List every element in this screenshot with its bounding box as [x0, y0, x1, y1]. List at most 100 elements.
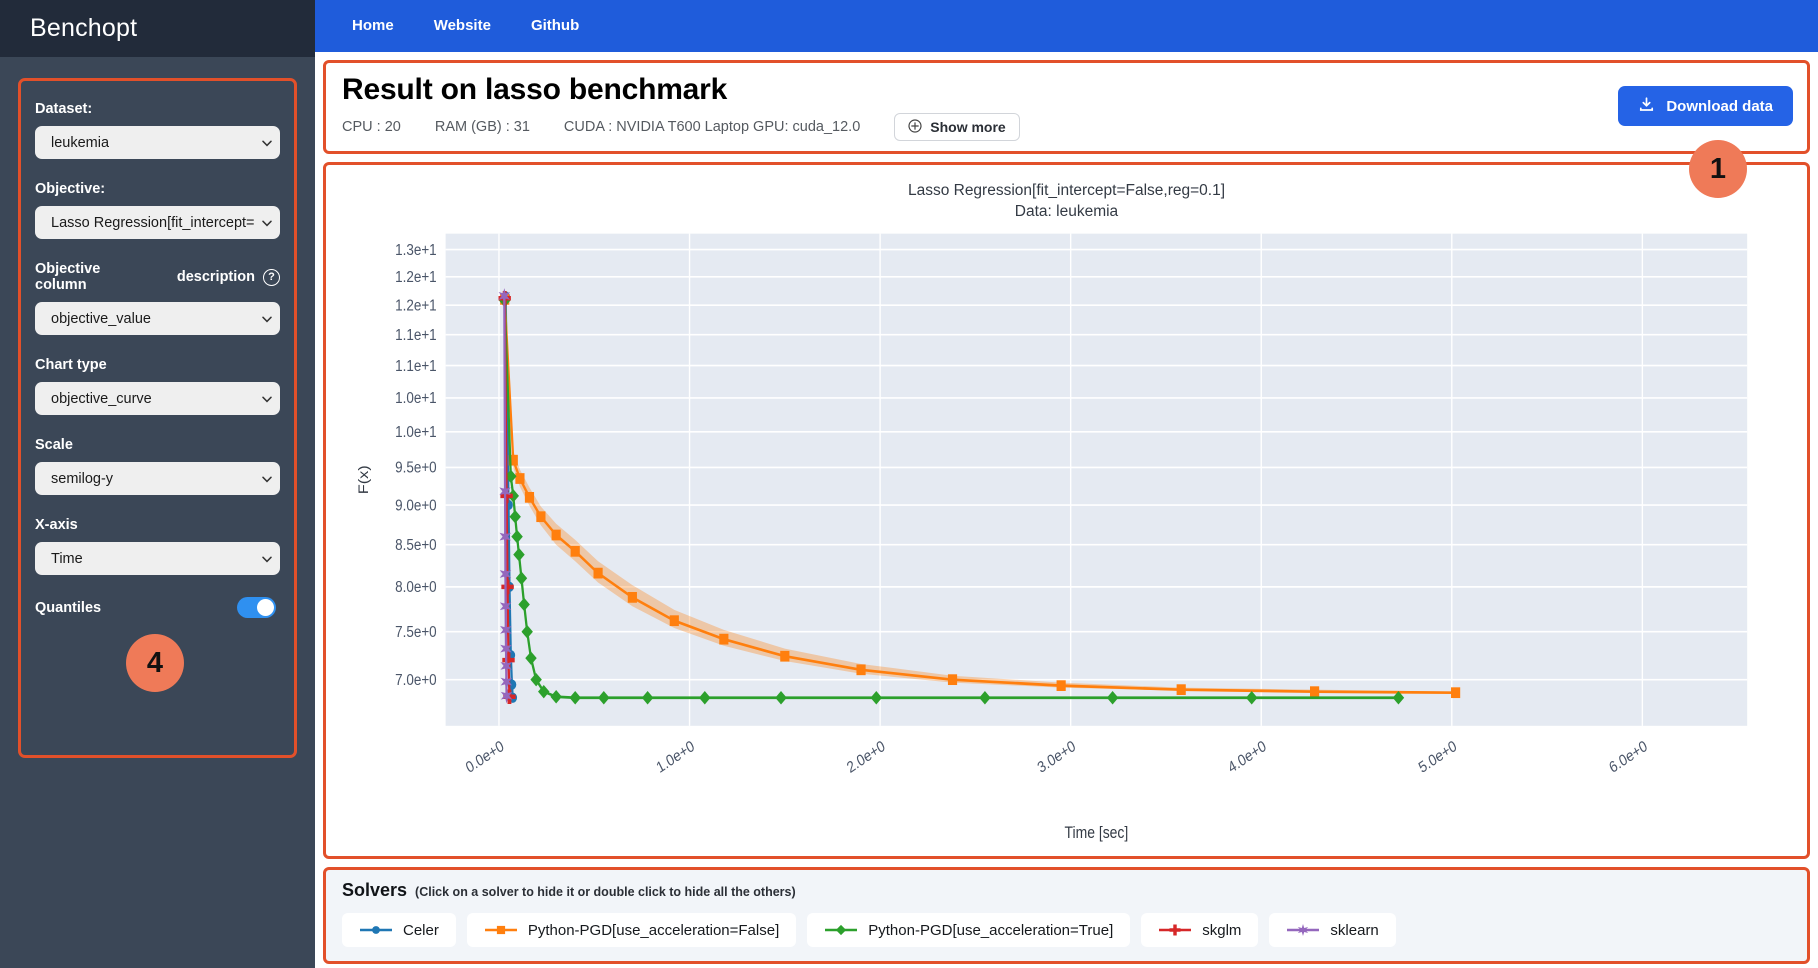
data-point	[571, 546, 580, 557]
chart-card: Lasso Regression[fit_intercept=False,reg…	[323, 162, 1810, 859]
x-tick-label: 1.0e+0	[654, 738, 697, 777]
field-x-axis: X-axis Time	[35, 517, 280, 575]
objective-column-label: Objective column	[35, 261, 127, 293]
quantiles-label: Quantiles	[35, 600, 101, 616]
scale-value: semilog-y	[51, 471, 113, 487]
data-point	[856, 665, 865, 676]
data-point	[628, 592, 637, 603]
plus-circle-icon	[908, 119, 922, 136]
field-quantiles: Quantiles	[35, 597, 280, 618]
y-tick-label: 1.2e+1	[395, 298, 436, 315]
field-dataset: Dataset: leukemia	[35, 101, 280, 159]
data-point	[515, 473, 524, 484]
chevron-down-icon	[262, 140, 271, 146]
chart-title: Lasso Regression[fit_intercept=False,reg…	[334, 181, 1799, 202]
description-label: description	[177, 269, 255, 285]
dataset-select[interactable]: leukemia	[35, 126, 280, 159]
main-area: Home Website Github Result on lasso benc…	[315, 0, 1818, 968]
x-axis-title: Time [sec]	[1065, 824, 1129, 842]
data-point	[1451, 688, 1460, 699]
solver-marker-icon	[1158, 922, 1192, 938]
y-tick-label: 8.5e+0	[395, 537, 436, 554]
objective-column-value: objective_value	[51, 311, 151, 327]
sidebar-brand: Benchopt	[0, 0, 315, 57]
download-icon	[1638, 96, 1655, 117]
solver-label: Python-PGD[use_acceleration=True]	[868, 922, 1113, 939]
y-axis-title: F(x)	[356, 465, 372, 494]
page-title: Result on lasso benchmark	[342, 73, 1791, 107]
solver-chip[interactable]: Python-PGD[use_acceleration=True]	[807, 913, 1130, 947]
nav-item-home[interactable]: Home	[332, 0, 414, 52]
data-point	[536, 512, 545, 523]
solvers-title: Solvers	[342, 880, 407, 901]
solver-marker-icon	[359, 922, 393, 938]
y-tick-label: 1.0e+1	[395, 424, 436, 441]
y-tick-label: 1.0e+1	[395, 390, 436, 407]
show-more-button[interactable]: Show more	[894, 113, 1019, 141]
chart-subtitle: Data: leukemia	[334, 202, 1799, 223]
page-root: Benchopt Dataset: leukemia Objective: La…	[0, 0, 1818, 968]
x-axis-label: X-axis	[35, 517, 280, 533]
solver-label: Python-PGD[use_acceleration=False]	[528, 922, 779, 939]
solver-marker-icon	[824, 922, 858, 938]
y-tick-label: 1.3e+1	[395, 242, 436, 259]
x-axis-select[interactable]: Time	[35, 542, 280, 575]
solver-chip[interactable]: skglm	[1141, 913, 1258, 947]
solver-marker-icon	[484, 922, 518, 938]
quantiles-toggle[interactable]	[237, 597, 276, 618]
download-data-button[interactable]: Download data	[1618, 86, 1793, 126]
y-tick-label: 7.5e+0	[395, 624, 436, 641]
objective-select[interactable]: Lasso Regression[fit_intercept=	[35, 206, 280, 239]
solver-chip[interactable]: sklearn	[1269, 913, 1395, 947]
data-point	[1177, 685, 1186, 696]
cpu-info: CPU : 20	[342, 119, 401, 135]
chart-type-select[interactable]: objective_curve	[35, 382, 280, 415]
data-point	[1057, 680, 1066, 691]
y-tick-label: 8.0e+0	[395, 579, 436, 596]
plot-area[interactable]: 1.3e+1 1.2e+1 1.2e+1 1.1e+1 1.1e+1 1.0e+1 1.0e…	[334, 222, 1799, 852]
chart-type-value: objective_curve	[51, 391, 152, 407]
help-circle-icon[interactable]: ?	[263, 269, 280, 286]
y-tick-label: 1.1e+1	[395, 358, 436, 375]
scale-select[interactable]: semilog-y	[35, 462, 280, 495]
solver-marker-icon	[1286, 922, 1320, 938]
nav-item-github[interactable]: Github	[511, 0, 599, 52]
plot-background	[446, 234, 1748, 726]
data-point	[670, 616, 679, 627]
y-tick-label: 1.1e+1	[395, 327, 436, 344]
chart-title-block: Lasso Regression[fit_intercept=False,reg…	[334, 171, 1799, 222]
solvers-card: Solvers (Click on a solver to hide it or…	[323, 867, 1810, 964]
x-tick-label: 5.0e+0	[1416, 738, 1459, 777]
field-chart-type: Chart type objective_curve	[35, 357, 280, 415]
nav-item-website[interactable]: Website	[414, 0, 511, 52]
field-scale: Scale semilog-y	[35, 437, 280, 495]
solver-chip[interactable]: Python-PGD[use_acceleration=False]	[467, 913, 796, 947]
ram-info: RAM (GB) : 31	[435, 119, 530, 135]
chevron-down-icon	[262, 476, 271, 482]
solver-legend-list: Celer Python-PGD[use_acceleration=False] P…	[342, 913, 1791, 947]
result-header-card: Result on lasso benchmark CPU : 20 RAM (…	[323, 60, 1810, 154]
chevron-down-icon	[262, 396, 271, 402]
y-tick-label: 9.5e+0	[395, 460, 436, 477]
objective-column-select[interactable]: objective_value	[35, 302, 280, 335]
chevron-down-icon	[262, 556, 271, 562]
y-tick-label: 1.2e+1	[395, 269, 436, 286]
objective-curve-plot[interactable]: 1.3e+1 1.2e+1 1.2e+1 1.1e+1 1.1e+1 1.0e+1 1.0e…	[334, 222, 1799, 852]
scale-label: Scale	[35, 437, 280, 453]
content-area: Result on lasso benchmark CPU : 20 RAM (…	[315, 52, 1818, 968]
chevron-down-icon	[262, 220, 271, 226]
dataset-label: Dataset:	[35, 101, 280, 117]
chart-type-label: Chart type	[35, 357, 280, 373]
x-tick-label: 0.0e+0	[464, 738, 507, 777]
solver-label: Celer	[403, 922, 439, 939]
data-point	[1310, 687, 1319, 698]
objective-column-label-row: Objective column description ?	[35, 261, 280, 293]
data-point	[948, 675, 957, 686]
sidebar: Benchopt Dataset: leukemia Objective: La…	[0, 0, 315, 968]
solver-chip[interactable]: Celer	[342, 913, 456, 947]
data-point	[552, 530, 561, 541]
data-point	[719, 634, 728, 645]
field-objective-column: Objective column description ? objective…	[35, 261, 280, 335]
data-point	[593, 568, 602, 579]
download-data-label: Download data	[1666, 98, 1773, 115]
